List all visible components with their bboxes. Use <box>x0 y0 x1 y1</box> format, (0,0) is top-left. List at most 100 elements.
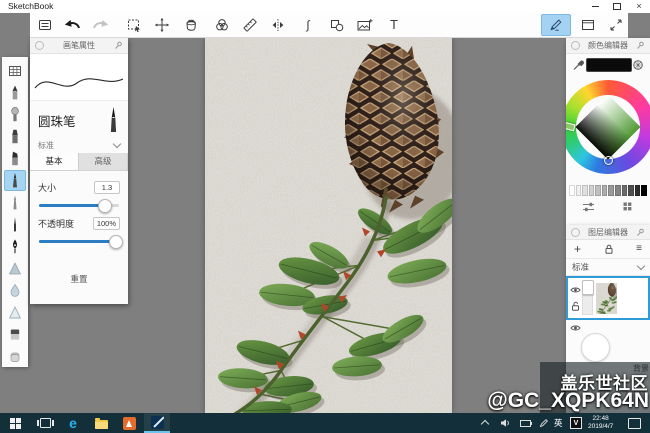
grayscale-swatch[interactable] <box>635 185 641 196</box>
brush-pencil[interactable] <box>4 82 26 103</box>
color-adjust-tool-button[interactable] <box>210 14 234 35</box>
tool-sharpen[interactable] <box>4 302 26 323</box>
layer-opacity-handle[interactable] <box>582 281 593 315</box>
brush-fine-liner[interactable] <box>4 214 26 235</box>
guides-tool-button[interactable] <box>238 14 262 35</box>
import-image-button[interactable] <box>353 14 377 35</box>
tool-blur[interactable] <box>4 280 26 301</box>
layer-row-selected[interactable] <box>566 276 650 320</box>
panel-pin-icon[interactable] <box>636 228 645 237</box>
saturation-selector[interactable] <box>604 156 613 165</box>
start-button[interactable] <box>2 413 28 433</box>
sliders-view-icon[interactable] <box>581 201 596 213</box>
redo-button[interactable] <box>89 14 113 35</box>
tool-soft-eraser[interactable] <box>4 346 26 367</box>
brush-preset-dropdown[interactable]: 标准 <box>30 137 128 153</box>
symmetry-tool-button[interactable] <box>266 14 290 35</box>
window-controls: × <box>584 0 650 13</box>
grayscale-swatch[interactable] <box>608 185 614 196</box>
opacity-slider-thumb[interactable] <box>109 235 123 249</box>
panel-pin-icon[interactable] <box>114 41 123 50</box>
eyedropper-icon[interactable] <box>572 58 585 71</box>
blend-mode-dropdown[interactable]: 标准 <box>566 258 650 276</box>
brush-mode-button[interactable] <box>541 14 571 36</box>
background-color-thumbnail[interactable] <box>581 333 610 362</box>
tab-basic[interactable]: 基本 <box>30 153 79 170</box>
taskbar-app-orange-button[interactable] <box>116 413 142 433</box>
panel-collapse-icon[interactable] <box>35 41 44 50</box>
fill-tool-button[interactable] <box>179 14 203 35</box>
grayscale-swatch[interactable] <box>576 185 582 196</box>
shapes-tool-button[interactable] <box>325 14 349 35</box>
taskbar-edge-button[interactable]: e <box>60 413 86 433</box>
brush-technical-pen[interactable] <box>4 192 26 213</box>
selection-tool-button[interactable] <box>122 14 146 35</box>
tool-smear[interactable] <box>4 258 26 279</box>
grayscale-swatch[interactable] <box>602 185 608 196</box>
color-palette-icon[interactable] <box>632 59 644 71</box>
lock-layer-icon[interactable] <box>603 243 615 255</box>
grayscale-swatch[interactable] <box>595 185 601 196</box>
tool-hard-eraser[interactable] <box>4 324 26 345</box>
brush-marker[interactable] <box>4 126 26 147</box>
text-tool-button[interactable]: T <box>382 14 406 35</box>
reset-button[interactable]: 重置 <box>30 273 128 285</box>
layer-icon-column <box>568 286 582 311</box>
taskbar-sketchbook-button[interactable] <box>144 413 170 433</box>
layer-handle-tab[interactable] <box>582 280 594 295</box>
canvas-photo[interactable] <box>205 37 452 414</box>
grayscale-swatch[interactable] <box>615 185 621 196</box>
canvas-view-button[interactable] <box>576 14 600 35</box>
task-view-button[interactable] <box>32 413 58 433</box>
close-button[interactable]: × <box>628 0 650 13</box>
panel-pin-icon[interactable] <box>636 41 645 50</box>
grayscale-swatch[interactable] <box>622 185 628 196</box>
fullscreen-button[interactable] <box>604 14 628 35</box>
brush-airbrush[interactable] <box>4 104 26 125</box>
maximize-button[interactable] <box>606 0 628 13</box>
taskbar-file-explorer-button[interactable] <box>88 413 114 433</box>
tray-show-hidden-button[interactable] <box>482 413 488 433</box>
size-slider[interactable] <box>39 204 119 207</box>
size-value[interactable]: 1.3 <box>94 181 120 194</box>
grayscale-swatch[interactable] <box>582 185 588 196</box>
layer-unlock-icon[interactable] <box>571 301 580 311</box>
panel-collapse-icon[interactable] <box>571 228 580 237</box>
grayscale-swatch[interactable] <box>569 185 575 196</box>
brush-chisel-marker[interactable] <box>4 148 26 169</box>
tray-input-language[interactable]: 英 <box>554 413 563 433</box>
brush-ink-pen[interactable] <box>4 236 26 257</box>
brush-ballpoint-pen[interactable] <box>4 170 26 191</box>
tray-pen-button[interactable] <box>539 413 549 433</box>
layer-visibility-icon[interactable] <box>570 324 581 332</box>
undo-button[interactable] <box>60 14 84 35</box>
layer-visibility-icon[interactable] <box>570 286 581 294</box>
minimize-button[interactable] <box>584 0 606 13</box>
transform-icon <box>154 17 170 33</box>
grayscale-swatch[interactable] <box>589 185 595 196</box>
grayscale-swatch[interactable] <box>641 185 647 196</box>
action-center-button[interactable] <box>628 413 641 433</box>
tab-advanced[interactable]: 高级 <box>79 153 128 170</box>
color-editor-panel: 颜色编辑器 <box>566 38 650 225</box>
stroke-style-tool-button[interactable]: ∫ <box>296 14 320 35</box>
main-menu-button[interactable] <box>33 14 57 35</box>
add-layer-button[interactable]: + <box>574 243 581 255</box>
color-wheel[interactable] <box>566 75 650 183</box>
grayscale-swatch[interactable] <box>628 185 634 196</box>
swatches-view-icon[interactable] <box>622 201 635 213</box>
color-panel-header: 颜色编辑器 <box>566 38 650 54</box>
tray-clock[interactable]: 22:482019/4/7 <box>588 413 613 433</box>
transform-tool-button[interactable] <box>150 14 174 35</box>
layer-menu-button[interactable]: ≡ <box>636 244 642 254</box>
current-color-swatch[interactable] <box>586 58 632 72</box>
tray-volume-button[interactable] <box>500 413 511 433</box>
tray-ime-mode[interactable]: V <box>570 413 582 433</box>
size-slider-thumb[interactable] <box>98 199 112 213</box>
brush-library-button[interactable] <box>4 60 26 81</box>
opacity-slider[interactable] <box>39 240 119 243</box>
opacity-value[interactable]: 100% <box>93 217 120 230</box>
layer-thumbnail[interactable] <box>596 283 617 314</box>
tray-battery-button[interactable] <box>520 413 531 433</box>
panel-collapse-icon[interactable] <box>571 41 580 50</box>
